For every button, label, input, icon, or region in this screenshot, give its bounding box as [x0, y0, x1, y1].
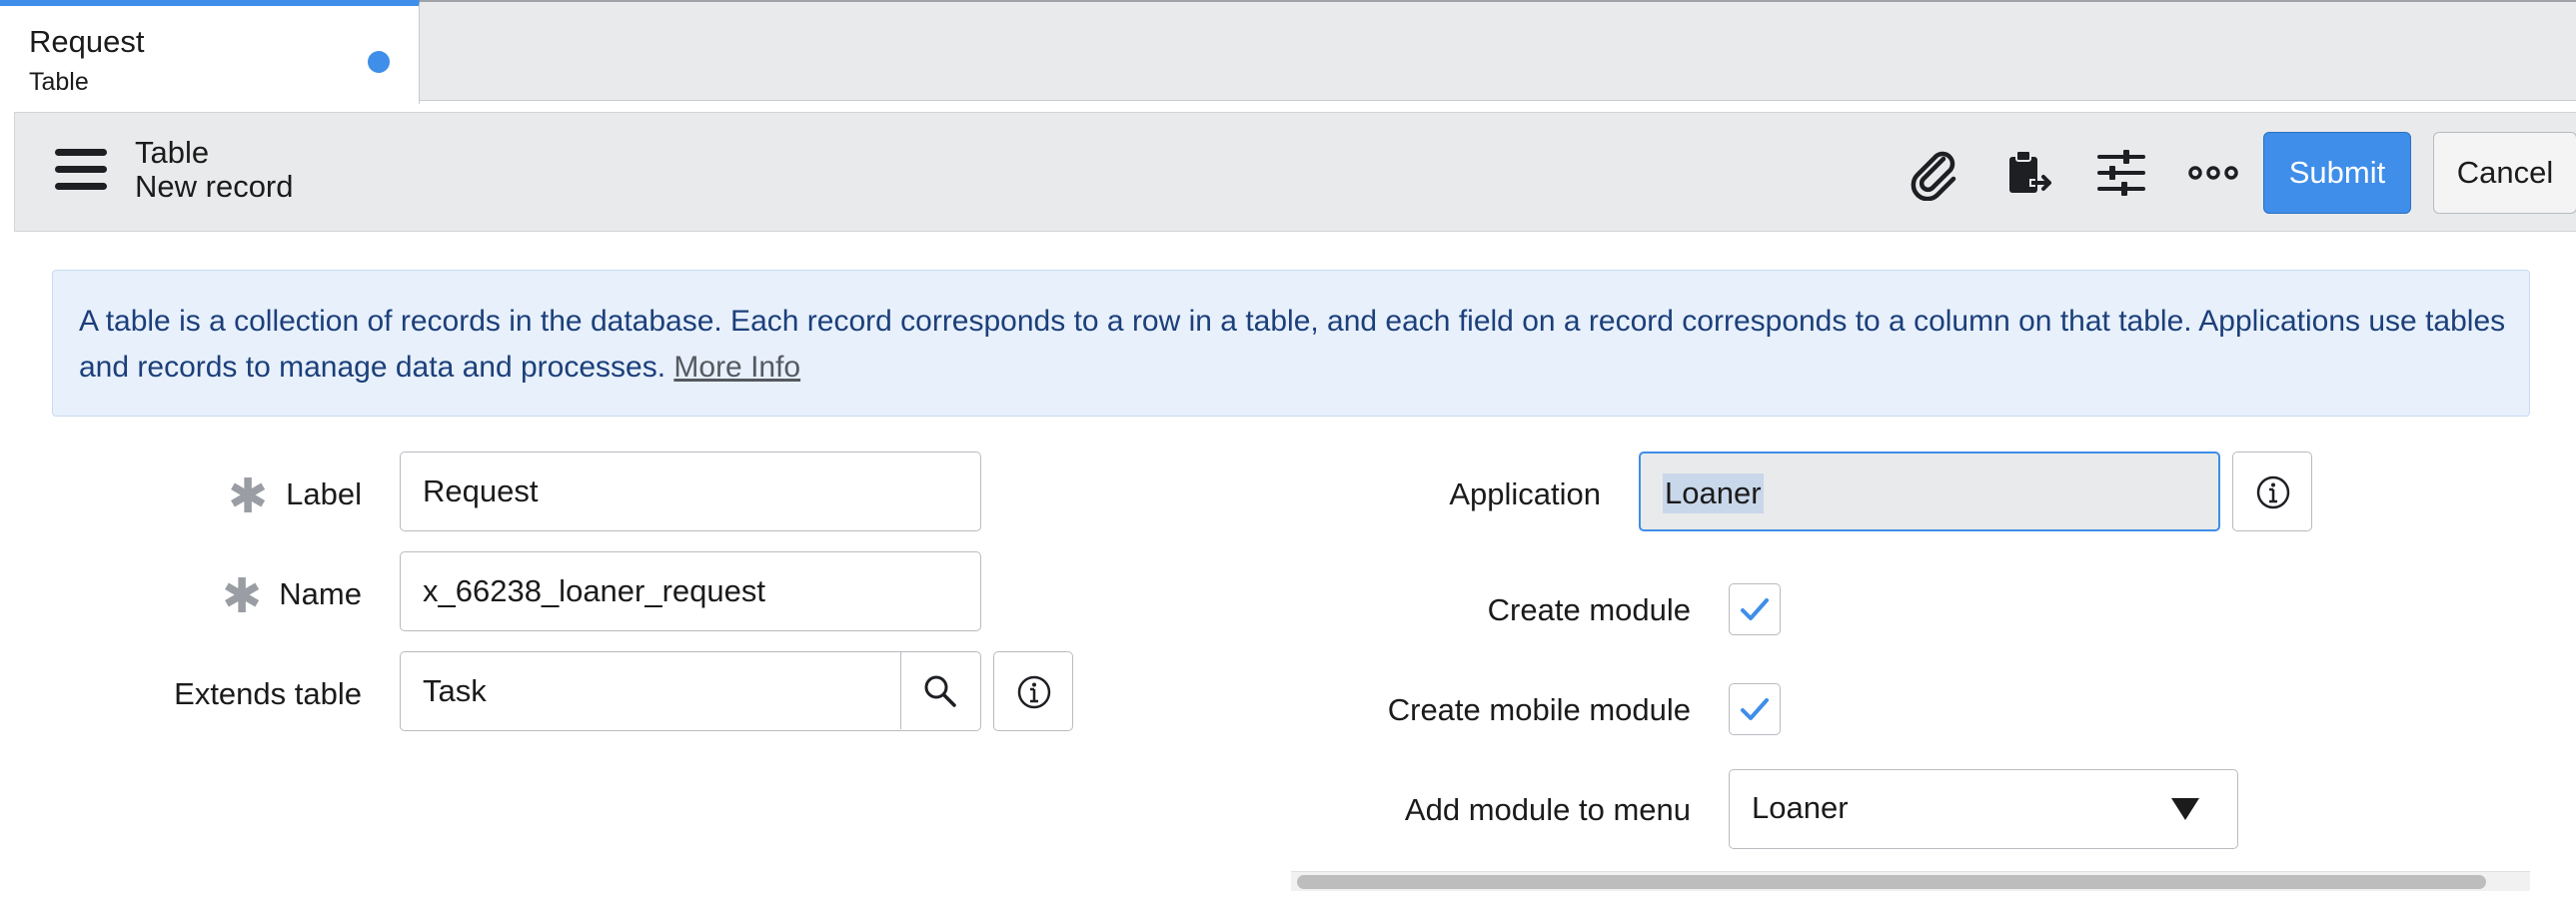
tab-subtitle: Table — [29, 68, 89, 96]
paperclip-icon[interactable] — [1906, 145, 1961, 202]
info-message: A table is a collection of records in th… — [79, 305, 2506, 384]
info-icon — [1017, 675, 1051, 709]
menu-select-value: Loaner — [1752, 790, 1849, 825]
label-field-label: Label — [286, 476, 362, 511]
tab-strip: Request Table — [0, 0, 2576, 104]
create-mobile-module-checkbox[interactable] — [1729, 683, 1781, 735]
create-module-label: Create module — [1487, 592, 1691, 627]
cancel-button[interactable]: Cancel — [2433, 132, 2576, 214]
search-icon — [924, 675, 956, 707]
info-icon — [2256, 475, 2290, 509]
name-field-label: Name — [279, 576, 362, 611]
extends-table-label: Extends table — [174, 676, 362, 711]
create-module-checkbox[interactable] — [1729, 583, 1781, 635]
info-text-block: A table is a collection of records in th… — [79, 299, 2507, 391]
form-header: Table New record Submit Cancel — [14, 112, 2576, 232]
extends-table-input[interactable] — [401, 652, 900, 730]
label-input[interactable] — [401, 453, 980, 530]
header-title: Table — [135, 135, 210, 170]
checkmark-icon — [1741, 598, 1769, 620]
hamburger-menu-icon[interactable] — [55, 149, 107, 191]
submit-button[interactable]: Submit — [2263, 132, 2411, 214]
add-module-to-menu-label: Add module to menu — [1404, 792, 1691, 827]
application-value: Loaner — [1663, 473, 1764, 513]
name-field[interactable] — [400, 551, 981, 631]
name-input[interactable] — [401, 552, 980, 630]
extends-table-info-button[interactable] — [993, 651, 1073, 731]
application-label: Application — [1449, 476, 1601, 511]
more-options-icon[interactable] — [2185, 145, 2241, 201]
label-field[interactable] — [400, 452, 981, 531]
more-info-link[interactable]: More Info — [673, 351, 800, 384]
add-module-to-menu-select[interactable]: Loaner — [1729, 769, 2238, 849]
unsaved-dot-icon — [368, 51, 390, 73]
tab-title: Request — [29, 24, 145, 59]
sliders-icon[interactable] — [2093, 145, 2149, 201]
application-info-button[interactable] — [2232, 452, 2312, 531]
application-field[interactable]: Loaner — [1639, 452, 2220, 531]
chevron-down-icon — [2171, 798, 2199, 820]
scrollbar-thumb[interactable] — [1297, 875, 2486, 889]
checkmark-icon — [1741, 698, 1769, 720]
lookup-search-button[interactable] — [900, 652, 980, 729]
extends-table-field[interactable] — [400, 651, 981, 731]
tab-request[interactable]: Request Table — [0, 0, 420, 104]
create-mobile-module-label: Create mobile module — [1387, 692, 1691, 727]
info-banner: A table is a collection of records in th… — [52, 270, 2530, 417]
clipboard-export-icon[interactable] — [1999, 145, 2055, 201]
header-subtitle: New record — [135, 169, 294, 204]
app-root: Request Table Table New record Submit Ca… — [0, 0, 2576, 915]
